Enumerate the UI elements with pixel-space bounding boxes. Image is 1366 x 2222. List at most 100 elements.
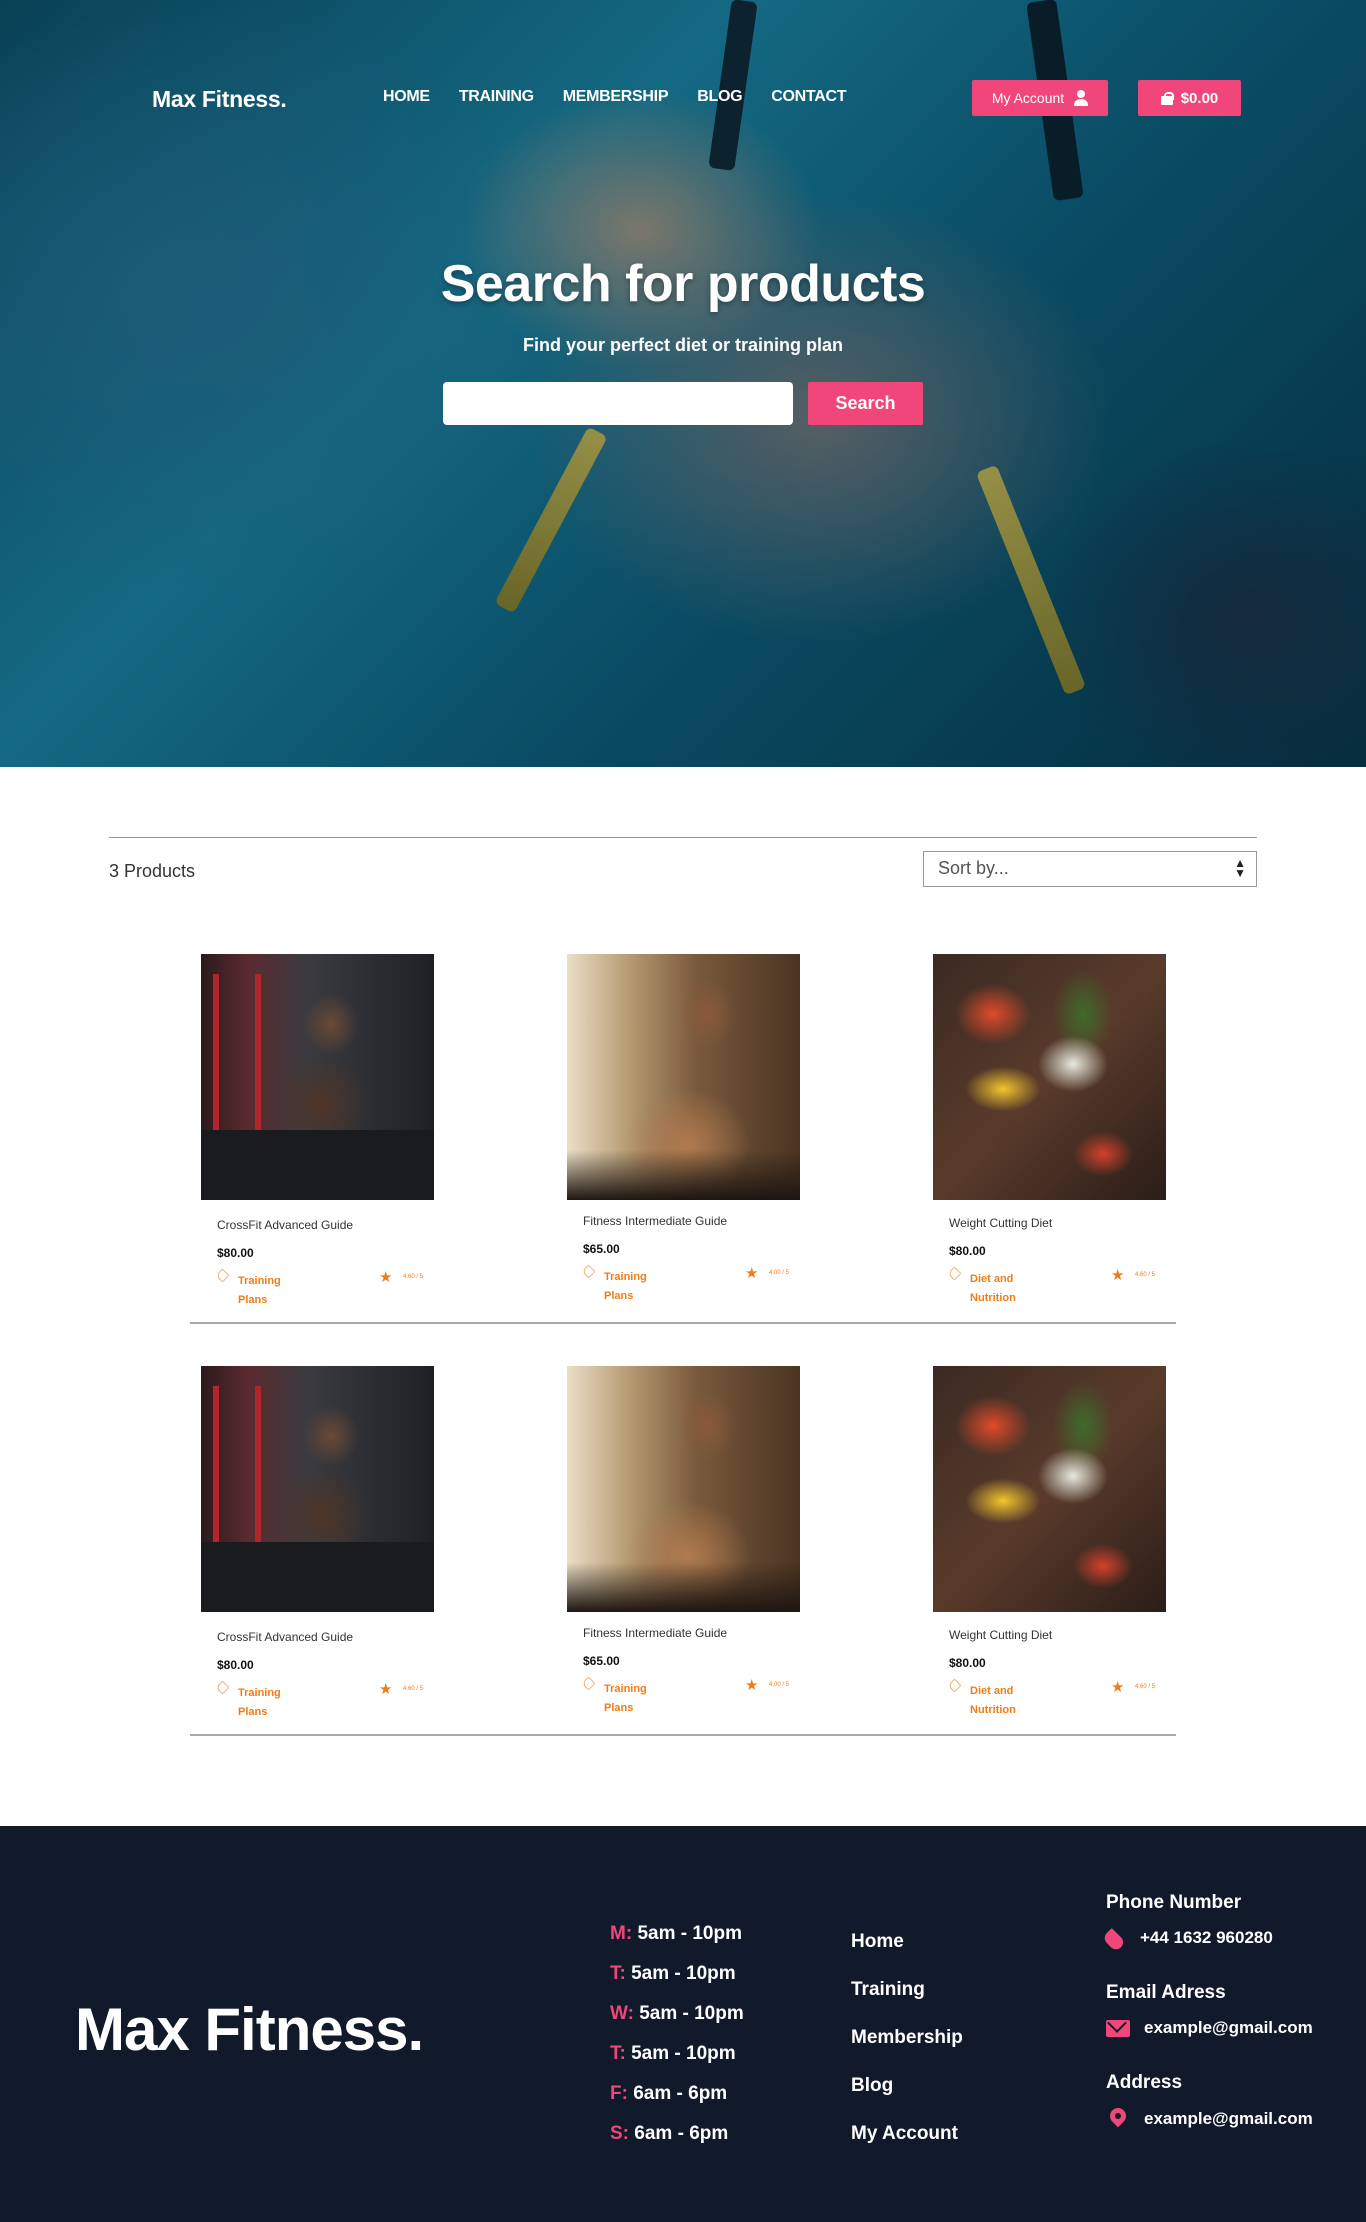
hero-title: Search for products xyxy=(440,255,926,313)
product-price: $80.00 xyxy=(217,1246,254,1260)
opening-hours: M: 5am - 10pm T: 5am - 10pm W: 5am - 10p… xyxy=(610,1914,744,2154)
phone-number: +44 1632 960280 xyxy=(1140,1928,1273,1947)
star-icon: ★ xyxy=(745,1677,759,1694)
product-title[interactable]: Weight Cutting Diet xyxy=(949,1628,1166,1642)
product-card[interactable]: Fitness Intermediate Guide $65.00 Traini… xyxy=(567,1366,800,1714)
footer-link-membership[interactable]: Membership xyxy=(851,2014,963,2062)
site-footer: Max Fitness. M: 5am - 10pm T: 5am - 10pm… xyxy=(0,1826,1366,2222)
product-card[interactable]: Fitness Intermediate Guide $65.00 Traini… xyxy=(567,954,800,1302)
product-image[interactable] xyxy=(567,1366,800,1612)
product-category-link[interactable]: Training Plans xyxy=(604,1680,664,1718)
nav-training[interactable]: TRAINING xyxy=(459,88,534,106)
sort-arrows-icon: ▲ ▼ xyxy=(1234,856,1246,880)
product-category-link[interactable]: Diet and Nutrition xyxy=(970,1682,1030,1720)
tag-icon xyxy=(215,1680,230,1695)
phone-heading: Phone Number xyxy=(1106,1892,1242,1913)
hours-row: M: 5am - 10pm xyxy=(610,1923,742,1944)
sort-select[interactable]: Sort by... ▲ ▼ xyxy=(923,851,1257,887)
star-icon: ★ xyxy=(379,1681,393,1698)
mail-icon xyxy=(1106,2019,1130,2037)
footer-link-blog[interactable]: Blog xyxy=(851,2062,963,2110)
tag-icon xyxy=(581,1264,596,1279)
product-image[interactable] xyxy=(201,954,434,1200)
footer-link-training[interactable]: Training xyxy=(851,1966,963,2014)
bag-icon xyxy=(1160,91,1174,105)
hours-row: T: 5am - 10pm xyxy=(610,2043,736,2064)
product-title[interactable]: Fitness Intermediate Guide xyxy=(583,1626,800,1640)
star-icon: ★ xyxy=(1111,1267,1125,1284)
pin-icon xyxy=(1110,2108,1126,2130)
product-image[interactable] xyxy=(567,954,800,1200)
product-title[interactable]: Fitness Intermediate Guide xyxy=(583,1214,800,1228)
product-title[interactable]: Weight Cutting Diet xyxy=(949,1216,1166,1230)
product-row: CrossFit Advanced Guide $80.00 Training P… xyxy=(190,954,1176,1324)
star-icon: ★ xyxy=(745,1265,759,1282)
product-price: $65.00 xyxy=(583,1242,620,1256)
product-card[interactable]: Weight Cutting Diet $80.00 Diet and Nutri… xyxy=(933,954,1166,1304)
product-image[interactable] xyxy=(933,954,1166,1200)
sort-selected-value: Sort by... xyxy=(938,858,1009,878)
product-category-link[interactable]: Training Plans xyxy=(238,1272,298,1310)
hours-row: W: 5am - 10pm xyxy=(610,2003,744,2024)
footer-link-my-account[interactable]: My Account xyxy=(851,2110,963,2158)
address-heading: Address xyxy=(1106,2072,1183,2093)
address-value: example@gmail.com xyxy=(1144,2109,1313,2128)
star-icon: ★ xyxy=(1111,1679,1125,1696)
phone-line[interactable]: +44 1632 960280 xyxy=(1106,1928,1346,1948)
nav-membership[interactable]: MEMBERSHIP xyxy=(563,88,669,106)
product-image[interactable] xyxy=(933,1366,1166,1612)
product-price: $80.00 xyxy=(949,1656,986,1670)
product-rating: 4.00 / 5 xyxy=(769,1270,790,1276)
tag-icon xyxy=(947,1678,962,1693)
phone-icon xyxy=(1106,1928,1126,1948)
product-rating: 4.60 / 5 xyxy=(1135,1272,1156,1278)
tag-icon xyxy=(215,1268,230,1283)
person-icon xyxy=(1074,90,1089,106)
row-divider xyxy=(190,1322,1176,1324)
hero-subtitle: Find your perfect diet or training plan xyxy=(522,335,844,355)
search-button[interactable]: Search xyxy=(808,382,923,425)
site-logo[interactable]: Max Fitness. xyxy=(152,86,287,113)
product-rating: 4.00 / 5 xyxy=(769,1682,790,1688)
cart-button[interactable]: $0.00 xyxy=(1138,80,1241,116)
product-card[interactable]: Weight Cutting Diet $80.00 Diet and Nutri… xyxy=(933,1366,1166,1716)
footer-links: Home Training Membership Blog My Account xyxy=(851,1918,963,2158)
product-image[interactable] xyxy=(201,1366,434,1612)
contact-info: Phone Number +44 1632 960280 Email Adres… xyxy=(1106,1892,1346,2164)
top-navigation: Max Fitness. HOME TRAINING MEMBERSHIP BL… xyxy=(0,78,1366,118)
product-title[interactable]: CrossFit Advanced Guide xyxy=(217,1218,434,1232)
toolbar-divider xyxy=(109,837,1257,838)
product-row: CrossFit Advanced Guide $80.00 Training P… xyxy=(190,1366,1176,1736)
product-card[interactable]: CrossFit Advanced Guide $80.00 Training P… xyxy=(201,1366,434,1718)
product-rating: 4.60 / 5 xyxy=(403,1274,424,1280)
product-rating: 4.60 / 5 xyxy=(1135,1684,1156,1690)
main-menu: HOME TRAINING MEMBERSHIP BLOG CONTACT xyxy=(383,88,875,106)
product-category-link[interactable]: Training Plans xyxy=(238,1684,298,1722)
product-search-input[interactable] xyxy=(443,382,793,425)
nav-contact[interactable]: CONTACT xyxy=(771,88,846,106)
email-line[interactable]: example@gmail.com xyxy=(1106,2018,1346,2038)
product-price: $80.00 xyxy=(217,1658,254,1672)
product-card[interactable]: CrossFit Advanced Guide $80.00 Training P… xyxy=(201,954,434,1306)
address-line: example@gmail.com xyxy=(1106,2108,1346,2130)
cart-total: $0.00 xyxy=(1180,89,1219,107)
product-title[interactable]: CrossFit Advanced Guide xyxy=(217,1630,434,1644)
hours-row: S: 6am - 6pm xyxy=(610,2123,729,2144)
footer-link-home[interactable]: Home xyxy=(851,1918,963,1966)
my-account-label: My Account xyxy=(991,90,1065,106)
tag-icon xyxy=(947,1266,962,1281)
product-category-link[interactable]: Diet and Nutrition xyxy=(970,1270,1030,1308)
nav-blog[interactable]: BLOG xyxy=(697,88,742,106)
product-rating: 4.60 / 5 xyxy=(403,1686,424,1692)
tag-icon xyxy=(581,1676,596,1691)
nav-home[interactable]: HOME xyxy=(383,88,430,106)
product-price: $65.00 xyxy=(583,1654,620,1668)
product-price: $80.00 xyxy=(949,1244,986,1258)
email-address: example@gmail.com xyxy=(1144,2018,1313,2037)
my-account-button[interactable]: My Account xyxy=(972,80,1108,116)
row-divider xyxy=(190,1734,1176,1736)
product-category-link[interactable]: Training Plans xyxy=(604,1268,664,1306)
hero-section: Max Fitness. HOME TRAINING MEMBERSHIP BL… xyxy=(0,0,1366,767)
product-count: 3 Products xyxy=(109,861,196,881)
email-heading: Email Adress xyxy=(1106,1982,1226,2003)
